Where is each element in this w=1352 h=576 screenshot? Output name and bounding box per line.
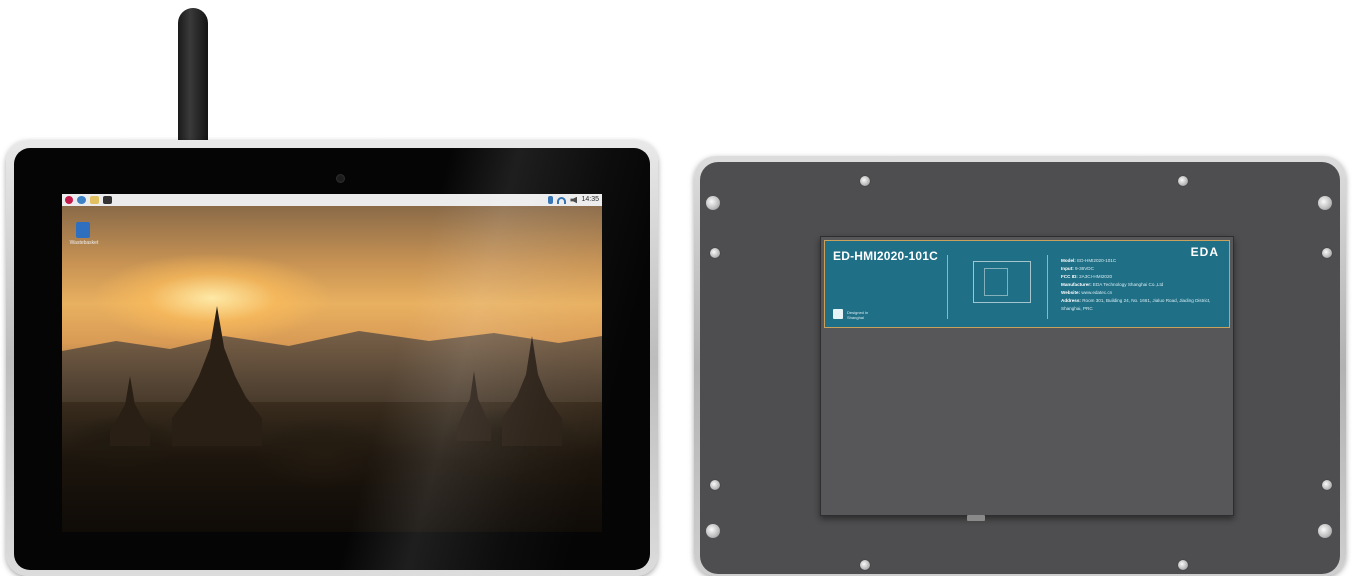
- front-device-frame: Wastebasket 14:35: [6, 140, 658, 576]
- browser-icon: [77, 196, 86, 204]
- screw: [860, 176, 870, 186]
- mount-hole: [706, 196, 720, 210]
- product-label: ED-HMI2020-101C EDA Designed in Shanghai…: [824, 240, 1230, 328]
- taskbar: 14:35: [62, 194, 602, 206]
- rear-enclosure: ED-HMI2020-101C EDA Designed in Shanghai…: [820, 236, 1234, 521]
- screw: [860, 560, 870, 570]
- screw: [710, 480, 720, 490]
- cert-icon: [833, 309, 843, 319]
- spec-row: FCC ID: 2A3CI-HMI2020: [1061, 274, 1113, 279]
- bottom-connector: [967, 515, 985, 521]
- back-plate: ED-HMI2020-101C EDA Designed in Shanghai…: [700, 162, 1340, 574]
- screw: [1322, 248, 1332, 258]
- spec-row: Model: ED-HMI2020-101C: [1061, 258, 1117, 263]
- camera-icon: [336, 174, 345, 183]
- touch-screen: Wastebasket 14:35: [62, 194, 602, 532]
- folder-icon: [90, 196, 99, 204]
- model-title: ED-HMI2020-101C: [833, 249, 939, 263]
- spec-row: Input: 9-36VDC: [1061, 266, 1094, 271]
- volume-icon: [570, 196, 578, 204]
- label-divider: [947, 255, 948, 319]
- screw: [1178, 560, 1188, 570]
- wallpaper-image: Wastebasket: [62, 206, 602, 532]
- taskbar-tray: 14:35: [548, 194, 599, 206]
- wastebasket-icon: [76, 222, 90, 238]
- screw: [1178, 176, 1188, 186]
- device-diagram-inner: [984, 268, 1008, 296]
- spec-row: Address: Room 301, Building 24, No. 1661…: [1061, 298, 1211, 311]
- cert-text: Designed in Shanghai: [847, 310, 869, 320]
- mount-hole: [1318, 196, 1332, 210]
- taskbar-clock: 14:35: [581, 196, 599, 203]
- spec-row: Website: www.edatec.cn: [1061, 290, 1113, 295]
- antenna: [178, 8, 208, 148]
- screw: [710, 248, 720, 258]
- back-device-frame: ED-HMI2020-101C EDA Designed in Shanghai…: [694, 156, 1346, 576]
- mount-hole: [1318, 524, 1332, 538]
- terminal-icon: [103, 196, 112, 204]
- wifi-icon: [557, 196, 567, 204]
- bluetooth-icon: [548, 196, 554, 204]
- mount-hole: [706, 524, 720, 538]
- spec-row: Manufacturer: EDA Technology Shanghai Co…: [1061, 282, 1164, 287]
- screw: [1322, 480, 1332, 490]
- desktop-icon-label: Wastebasket: [69, 240, 99, 246]
- label-divider: [1047, 255, 1048, 319]
- front-bezel: Wastebasket 14:35: [14, 148, 650, 570]
- raspberry-menu-icon: [65, 196, 73, 204]
- spec-list: Model: ED-HMI2020-101C Input: 9-36VDC FC…: [1061, 257, 1229, 313]
- device-diagram: [973, 261, 1031, 303]
